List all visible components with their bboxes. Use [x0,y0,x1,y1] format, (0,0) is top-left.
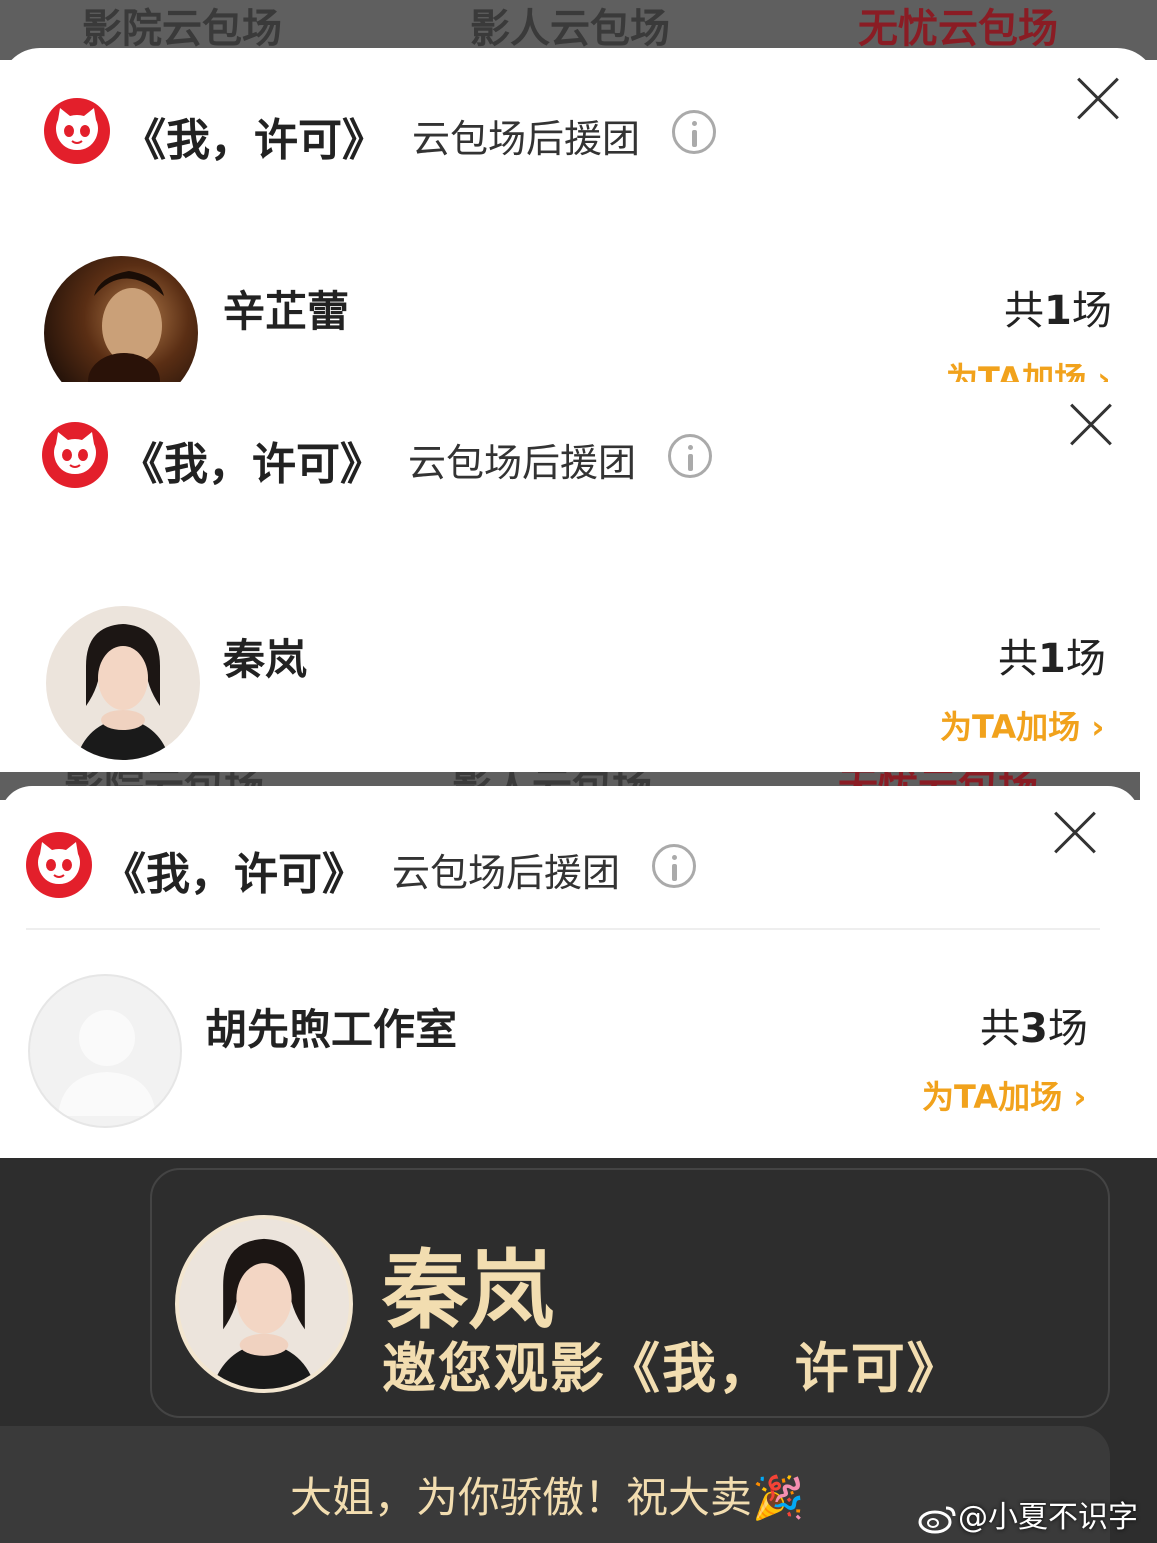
maoyan-cat-logo-icon [42,422,108,488]
group-subtitle: 云包场后援团 [408,441,637,485]
close-icon[interactable] [1052,810,1098,856]
add-session-button[interactable]: 为TA加场 › [922,1072,1086,1118]
watermark-text: @小夏不识字 [958,1500,1138,1535]
weibo-watermark: @小夏不识字 [918,1492,1138,1536]
movie-title: 《我，许可》 [102,849,366,900]
session-count: 共3场 [980,1006,1088,1052]
info-icon[interactable] [668,434,712,478]
tab-worry-free-private[interactable]: 无忧云包场 [858,0,1058,54]
weibo-icon [918,1504,958,1534]
group-subtitle: 云包场后援团 [392,851,621,895]
maoyan-cat-logo-icon [44,98,110,164]
member-name: 辛芷蕾 [223,287,350,336]
movie-title: 《我，许可》 [122,115,386,166]
member-name: 胡先煦工作室 [205,1005,458,1054]
add-session-button[interactable]: 为TA加场 › [940,702,1104,748]
session-count: 共1场 [1004,288,1112,334]
close-icon[interactable] [1075,76,1121,122]
avatar[interactable] [46,606,200,760]
support-group-card-1: 《我，许可》 云包场后援团 辛芷蕾 共1场 为TA加场 › [0,48,1157,388]
session-count: 共1场 [998,636,1106,682]
info-icon[interactable] [652,844,696,888]
group-subtitle: 云包场后援团 [412,117,641,161]
close-icon[interactable] [1068,402,1114,448]
invite-card: 秦岚 邀您观影《我， 许可》 大姐，为你骄傲！祝大卖🎉 [0,1158,1157,1543]
support-group-card-2: 《我，许可》 云包场后援团 秦岚 共1场 为TA加场 › [0,382,1157,774]
tab-cinema-private[interactable]: 影院云包场 [82,0,282,54]
movie-title: 《我，许可》 [120,439,384,490]
member-name: 秦岚 [223,635,308,684]
info-icon[interactable] [672,110,716,154]
divider [26,928,1100,930]
avatar[interactable] [44,256,198,388]
invite-text: 邀您观影《我， 许可》 [382,1337,963,1400]
tab-filmmaker-private[interactable]: 影人云包场 [470,0,670,54]
avatar [175,1215,353,1393]
invite-message: 大姐，为你骄傲！祝大卖🎉 [290,1473,805,1522]
support-group-card-3: 《我，许可》 云包场后援团 胡先煦工作室 共3场 为TA加场 › [0,786,1140,1158]
maoyan-cat-logo-icon [26,832,92,898]
avatar[interactable] [28,974,182,1128]
